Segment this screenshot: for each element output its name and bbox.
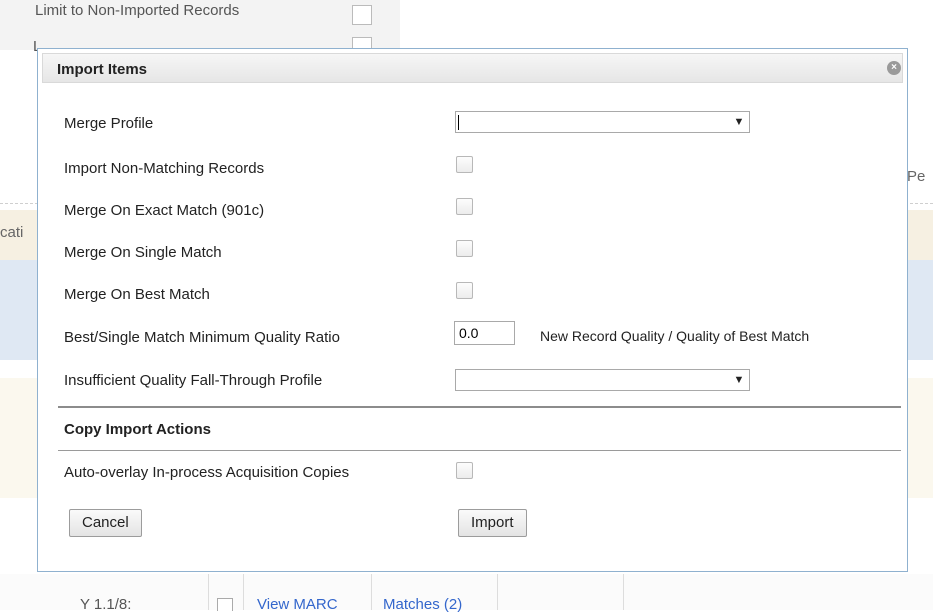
section-divider-thin [58,450,901,451]
dialog-header: Import Items × [42,53,903,83]
chevron-down-icon: ▼ [733,116,745,128]
bg-cell-divider [371,574,372,610]
merge-exact-label: Merge On Exact Match (901c) [64,202,265,219]
auto-overlay-checkbox[interactable] [456,462,473,479]
bg-matches-link: Matches (2) [383,596,463,613]
import-non-matching-label: Import Non-Matching Records [64,160,265,177]
copy-import-actions-heading: Copy Import Actions [64,421,211,438]
close-icon[interactable]: × [887,61,901,75]
auto-overlay-label: Auto-overlay In-process Acquisition Copi… [64,464,350,481]
bg-cell-divider [623,574,624,610]
bg-view-marc-link: View MARC [257,596,338,613]
merge-profile-label: Merge Profile [64,115,154,132]
merge-profile-select[interactable]: ▼ [455,111,750,133]
merge-exact-checkbox[interactable] [456,198,473,215]
bg-table-bottom-row [0,574,933,610]
merge-best-checkbox[interactable] [456,282,473,299]
bg-cell-divider [208,574,209,610]
bg-cell-divider [497,574,498,610]
cancel-button[interactable]: Cancel [69,509,142,537]
bg-column-fragment-right: Pe [907,168,926,185]
import-non-matching-checkbox[interactable] [456,156,473,173]
dialog-title: Import Items [57,61,148,78]
merge-best-label: Merge On Best Match [64,286,210,303]
import-button[interactable]: Import [458,509,527,537]
chevron-down-icon: ▼ [733,374,745,386]
bg-filter-label: Limit to Non-Imported Records [35,2,240,19]
text-caret [458,115,459,130]
bg-row-checkbox [217,598,233,611]
section-divider [58,406,901,408]
bg-call-number: Y 1.1/8: [80,596,132,613]
min-quality-ratio-label: Best/Single Match Minimum Quality Ratio [64,329,340,346]
fallthrough-profile-select[interactable]: ▼ [455,369,750,391]
quality-ratio-hint: New Record Quality / Quality of Best Mat… [540,328,810,344]
bg-filter-checkbox [352,5,372,25]
min-quality-ratio-input[interactable] [454,321,515,345]
import-items-dialog: Import Items × Merge Profile ▼ Import No… [37,48,908,572]
bg-column-fragment: cati [0,224,24,241]
merge-single-label: Merge On Single Match [64,244,222,261]
bg-cell-divider [243,574,244,610]
merge-single-checkbox[interactable] [456,240,473,257]
fallthrough-profile-label: Insufficient Quality Fall-Through Profil… [64,372,323,389]
